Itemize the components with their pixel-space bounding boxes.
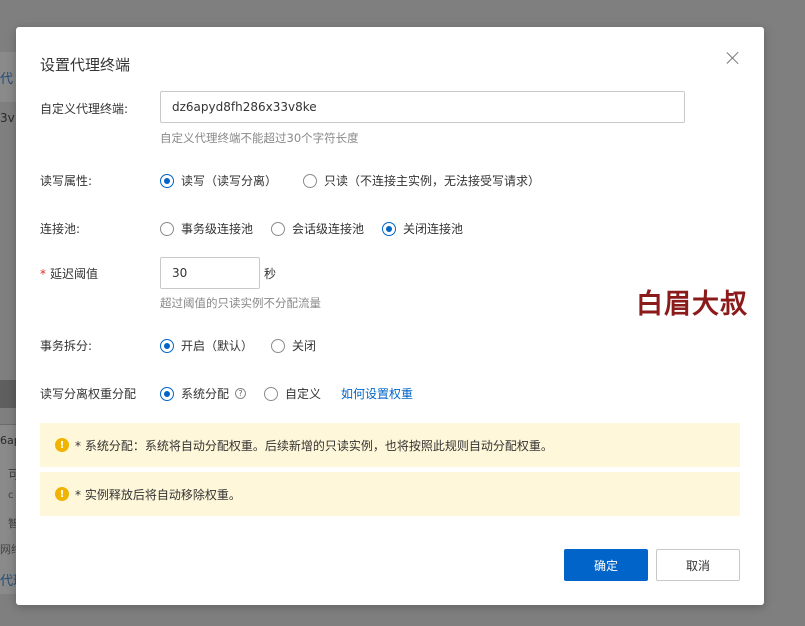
radio-label: 自定义: [285, 387, 322, 401]
custom-endpoint-input[interactable]: [160, 91, 685, 123]
radio-label: 事务级连接池: [181, 222, 254, 236]
radio-system-allocation[interactable]: 系统分配 ?: [160, 385, 247, 402]
radio-session-pool[interactable]: 会话级连接池: [271, 220, 364, 237]
transaction-split-label: 事务拆分:: [40, 339, 93, 353]
warning-icon: !: [55, 487, 69, 501]
watermark-text: 白眉大叔: [636, 289, 748, 320]
weight-allocation-radio-group: 系统分配 ? 自定义 如何设置权重: [160, 385, 413, 402]
radio-label: 只读（不连接主实例，无法接受写请求）: [324, 174, 541, 188]
how-to-set-weight-link[interactable]: 如何设置权重: [341, 385, 413, 402]
latency-hint: 超过阈值的只读实例不分配流量: [160, 296, 321, 310]
radio-close-pool[interactable]: 关闭连接池: [382, 220, 463, 237]
latency-threshold-label: * 延迟阈值: [40, 265, 98, 282]
radio-circle: [264, 386, 279, 401]
notice-text: * 实例释放后将自动移除权重。: [75, 487, 241, 502]
radio-circle: [160, 338, 174, 353]
connection-pool-label: 连接池:: [40, 222, 81, 236]
cancel-button[interactable]: 取消: [656, 549, 740, 581]
bg-text-fragment: 3v: [0, 111, 15, 125]
bg-text-fragment: 代: [0, 72, 14, 87]
radio-circle: [303, 173, 318, 188]
warning-icon: !: [55, 438, 69, 452]
latency-threshold-input[interactable]: [160, 257, 260, 289]
radio-read-write[interactable]: 读写（读写分离）: [160, 172, 277, 189]
rw-attribute-radio-group: 读写（读写分离） 只读（不连接主实例，无法接受写请求）: [160, 172, 558, 189]
required-mark: *: [40, 267, 46, 281]
radio-split-on[interactable]: 开启（默认）: [160, 337, 253, 354]
weight-allocation-label: 读写分离权重分配: [40, 387, 137, 401]
radio-label: 关闭: [292, 339, 317, 353]
notice-instance-release: ! * 实例释放后将自动移除权重。: [40, 472, 740, 516]
close-icon[interactable]: [724, 49, 742, 67]
bg-divider: [0, 380, 16, 408]
bg-panel: [0, 424, 16, 594]
radio-label: 读写（读写分离）: [181, 174, 278, 188]
rw-attribute-label: 读写属性:: [40, 174, 93, 188]
transaction-split-radio-group: 开启（默认） 关闭: [160, 337, 334, 354]
question-circle-icon[interactable]: ?: [235, 388, 247, 399]
bg-text-fragment: c: [8, 490, 14, 501]
custom-endpoint-label: 自定义代理终端:: [40, 102, 129, 116]
latency-label-text: 延迟阈值: [50, 267, 99, 281]
notice-system-allocation: ! * 系统分配：系统将自动分配权重。后续新增的只读实例，也将按照此规则自动分配…: [40, 423, 740, 467]
radio-label: 系统分配: [181, 387, 230, 401]
radio-custom-allocation[interactable]: 自定义: [264, 385, 321, 402]
dialog-title: 设置代理终端: [40, 56, 131, 74]
radio-circle: [160, 173, 174, 188]
custom-endpoint-hint: 自定义代理终端不能超过30个字符长度: [160, 131, 359, 145]
latency-unit: 秒: [264, 267, 277, 281]
radio-label: 关闭连接池: [403, 222, 464, 236]
radio-circle: [271, 338, 286, 353]
radio-circle: [271, 221, 286, 236]
radio-circle: [382, 221, 397, 236]
radio-circle: [160, 386, 174, 401]
radio-label: 开启（默认）: [181, 339, 254, 353]
radio-split-off[interactable]: 关闭: [271, 337, 316, 354]
radio-circle: [160, 221, 174, 236]
radio-read-only[interactable]: 只读（不连接主实例，无法接受写请求）: [303, 172, 540, 189]
notice-text: * 系统分配：系统将自动分配权重。后续新增的只读实例，也将按照此规则自动分配权重…: [75, 438, 553, 453]
radio-transaction-pool[interactable]: 事务级连接池: [160, 220, 253, 237]
connection-pool-radio-group: 事务级连接池 会话级连接池 关闭连接池: [160, 220, 481, 237]
radio-label: 会话级连接池: [292, 222, 365, 236]
confirm-button[interactable]: 确定: [564, 549, 648, 581]
